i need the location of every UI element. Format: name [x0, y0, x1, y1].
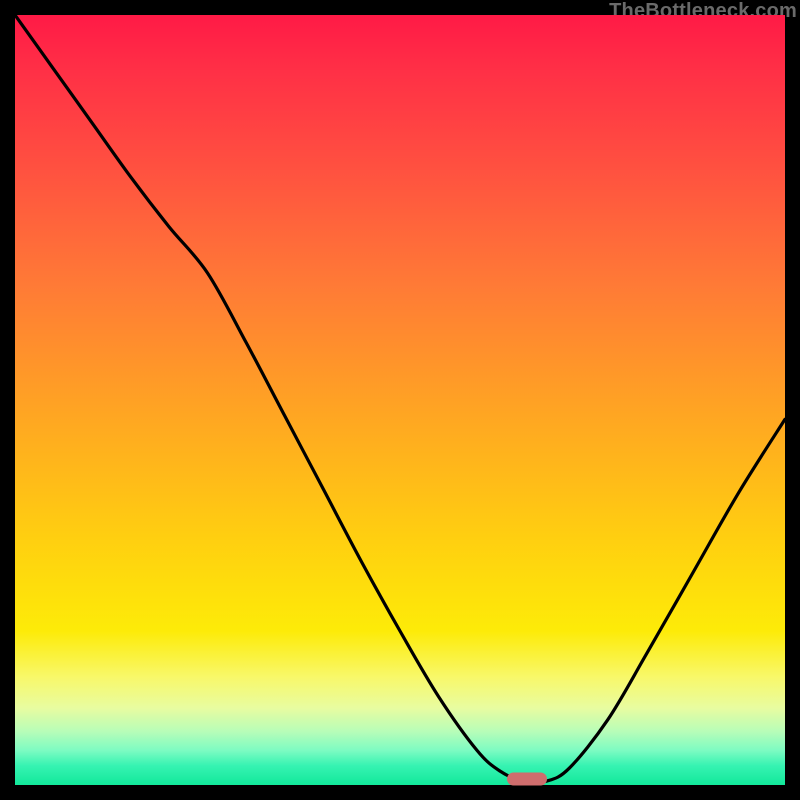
bottleneck-curve [15, 15, 785, 783]
optimal-marker [507, 772, 547, 785]
plot-area [15, 15, 785, 785]
chart-container [15, 15, 785, 785]
curve-layer [15, 15, 785, 785]
